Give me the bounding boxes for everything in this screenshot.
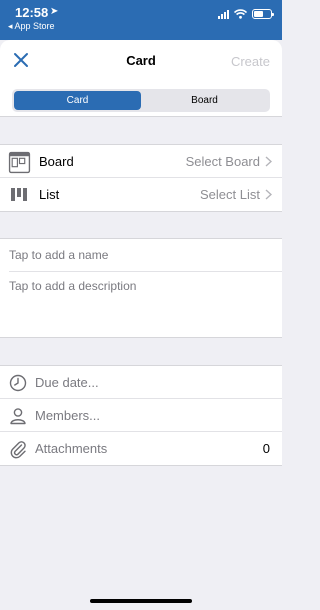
board-row[interactable]: Board Select Board: [0, 145, 282, 178]
list-row[interactable]: List Select List: [0, 178, 282, 211]
status-time: 12:58: [15, 5, 49, 20]
attachments-row[interactable]: Attachments 0: [0, 432, 282, 465]
segment-card[interactable]: Card: [14, 91, 141, 110]
segment-board[interactable]: Board: [141, 91, 268, 110]
chevron-right-icon: [265, 189, 272, 200]
person-icon: [10, 408, 26, 425]
due-date-label: Due date...: [35, 375, 99, 390]
attachments-label: Attachments: [35, 441, 108, 456]
name-field[interactable]: Tap to add a name: [9, 248, 108, 262]
cellular-signal-icon: [218, 9, 229, 19]
divider: [9, 271, 282, 272]
details-group: Tap to add a name Tap to add a descripti…: [0, 238, 282, 338]
members-label: Members...: [35, 408, 101, 423]
list-icon: [11, 188, 27, 201]
location-group: Board Select Board List Select List: [0, 144, 282, 212]
clock-icon: [9, 374, 27, 392]
segmented-control: Card Board: [12, 89, 270, 112]
list-label: List: [39, 187, 60, 202]
description-field[interactable]: Tap to add a description: [9, 279, 136, 293]
type-selector: Card Board: [0, 82, 282, 117]
create-button[interactable]: Create: [231, 54, 270, 69]
status-bar: 12:58 ➤ ◂ App Store: [0, 0, 282, 40]
members-row[interactable]: Members...: [0, 399, 282, 432]
board-label: Board: [39, 154, 74, 169]
battery-icon: [252, 9, 274, 19]
due-date-row[interactable]: Due date...: [0, 366, 282, 399]
board-value: Select Board: [185, 154, 260, 169]
list-value: Select List: [200, 187, 260, 202]
board-icon: [8, 151, 31, 174]
wifi-icon: [234, 9, 247, 19]
paperclip-icon: [10, 441, 26, 459]
status-icons: [218, 9, 274, 19]
navigation-bar: Card Create: [0, 40, 282, 82]
home-indicator: [90, 599, 192, 603]
location-arrow-icon: ➤: [50, 6, 59, 17]
options-group: Due date... Members... Attachments 0: [0, 365, 282, 466]
attachments-count: 0: [262, 441, 270, 456]
chevron-right-icon: [265, 156, 272, 167]
back-to-app-store-link[interactable]: ◂ App Store: [8, 21, 55, 32]
